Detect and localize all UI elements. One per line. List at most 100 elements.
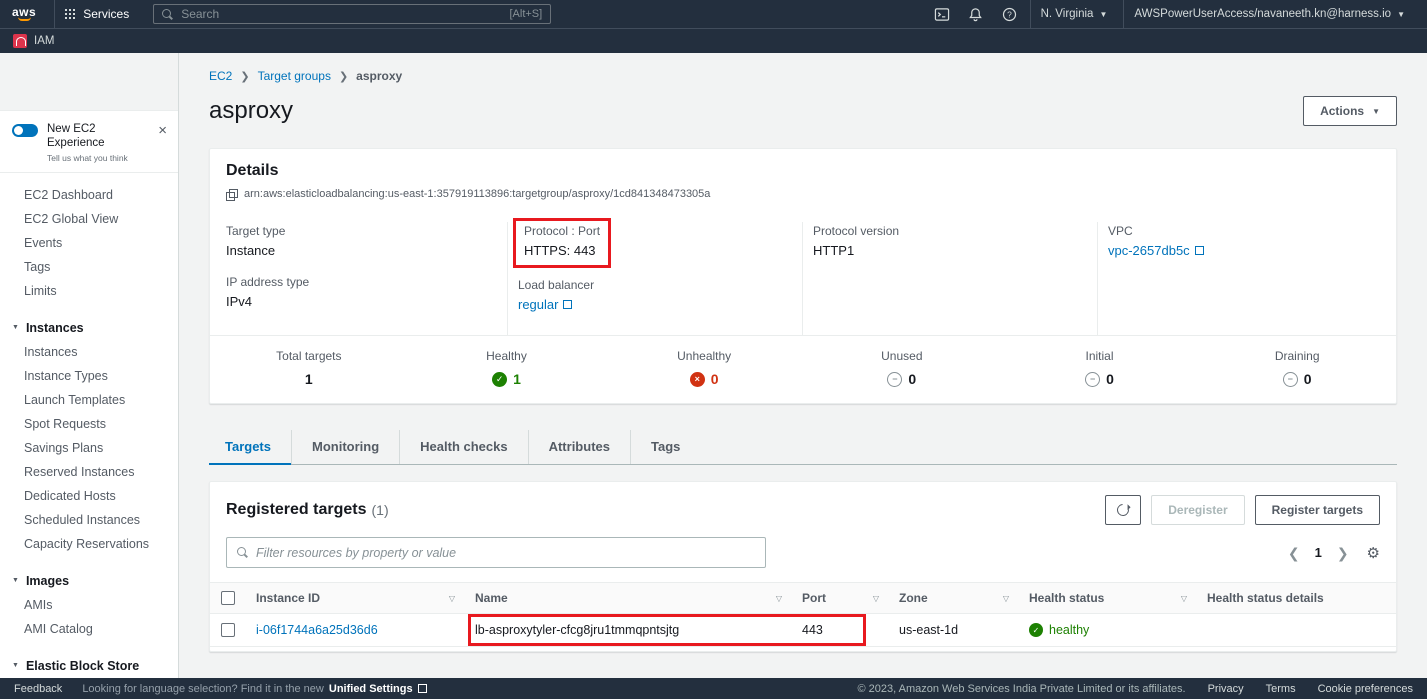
copy-icon[interactable]	[226, 189, 237, 200]
favorite-iam[interactable]: IAM	[13, 34, 54, 48]
sort-icon[interactable]: ▽	[1181, 594, 1187, 603]
filter-input-box[interactable]	[226, 537, 766, 568]
services-menu-button[interactable]: Services	[54, 0, 139, 28]
terms-link[interactable]: Terms	[1266, 683, 1296, 695]
aws-logo-text: aws	[12, 7, 36, 17]
tab-health-checks[interactable]: Health checks	[399, 430, 527, 464]
column-instance-id: Instance ID	[256, 591, 320, 605]
register-targets-button[interactable]: Register targets	[1255, 495, 1380, 525]
breadcrumb-separator: ❯	[240, 70, 249, 83]
health-status-value: ✓ healthy	[1029, 623, 1089, 637]
sidebar-item-ec2-dashboard[interactable]: EC2 Dashboard	[0, 183, 178, 207]
tab-attributes[interactable]: Attributes	[528, 430, 630, 464]
sort-icon[interactable]: ▽	[776, 594, 782, 603]
sort-icon[interactable]: ▽	[449, 594, 455, 603]
privacy-link[interactable]: Privacy	[1208, 683, 1244, 695]
stat-total-targets: Total targets 1	[210, 336, 408, 403]
stat-unhealthy: Unhealthy × 0	[605, 336, 803, 403]
aws-console-screen: aws Services [Alt+S] ? N. Virginia ▼	[0, 0, 1427, 699]
close-icon[interactable]: ×	[158, 125, 167, 137]
services-label: Services	[83, 7, 129, 21]
pagination-next-icon[interactable]: ❯	[1337, 546, 1349, 560]
actions-button[interactable]: Actions ▼	[1303, 96, 1397, 126]
target-health-summary: Total targets 1 Healthy ✓ 1 Unhealthy × …	[210, 335, 1396, 403]
notifications-bell-icon[interactable]	[962, 0, 990, 28]
sidebar-item-launch-templates[interactable]: Launch Templates	[0, 388, 178, 412]
new-experience-subtitle[interactable]: Tell us what you think	[47, 153, 146, 163]
filter-input[interactable]	[256, 546, 755, 560]
new-experience-toggle[interactable]	[12, 124, 38, 137]
sidebar-item-reserved-instances[interactable]: Reserved Instances	[0, 460, 178, 484]
global-search-bar[interactable]: [Alt+S]	[153, 4, 551, 24]
sidebar-item-ami-catalog[interactable]: AMI Catalog	[0, 617, 178, 641]
column-port: Port	[802, 591, 826, 605]
sidebar-item-amis[interactable]: AMIs	[0, 593, 178, 617]
field-target-type: Target type Instance	[226, 224, 495, 258]
sidebar-section-images[interactable]: ▼ Images	[0, 569, 178, 593]
registered-targets-title: Registered targets	[226, 501, 367, 519]
pagination-page-1[interactable]: 1	[1315, 545, 1322, 560]
sidebar-section-elastic-block-store[interactable]: ▼ Elastic Block Store	[0, 654, 178, 678]
stat-healthy: Healthy ✓ 1	[408, 336, 606, 403]
account-label: AWSPowerUserAccess/navaneeth.kn@harness.…	[1134, 8, 1391, 20]
tab-targets[interactable]: Targets	[209, 430, 291, 464]
global-search-input[interactable]	[181, 7, 501, 21]
column-name: Name	[475, 591, 508, 605]
sidebar-section-instances[interactable]: ▼ Instances	[0, 316, 178, 340]
load-balancer-link[interactable]: regular	[518, 297, 572, 312]
breadcrumb-target-groups[interactable]: Target groups	[258, 69, 331, 83]
sidebar-item-dedicated-hosts[interactable]: Dedicated Hosts	[0, 484, 178, 508]
external-link-icon	[1195, 246, 1204, 255]
stat-initial: Initial − 0	[1001, 336, 1199, 403]
stat-unused: Unused − 0	[803, 336, 1001, 403]
main-content: EC2 ❯ Target groups ❯ asproxy asproxy Ac…	[179, 53, 1427, 678]
table-settings-gear-icon[interactable]: ⚙	[1367, 544, 1380, 562]
vpc-link[interactable]: vpc-2657db5c	[1108, 243, 1204, 258]
healthy-check-icon: ✓	[1029, 623, 1043, 637]
target-group-arn: arn:aws:elasticloadbalancing:us-east-1:3…	[244, 188, 710, 200]
cookie-preferences-link[interactable]: Cookie preferences	[1318, 683, 1413, 695]
highlight-box-protocol-port: Protocol : Port HTTPS: 443	[513, 218, 611, 268]
instance-id-link[interactable]: i-06f1744a6a25d36d6	[256, 623, 378, 637]
sidebar-item-instance-types[interactable]: Instance Types	[0, 364, 178, 388]
help-icon[interactable]: ?	[996, 0, 1024, 28]
tab-monitoring[interactable]: Monitoring	[291, 430, 399, 464]
unified-settings-link[interactable]: Unified Settings	[329, 683, 427, 695]
external-link-icon	[563, 300, 572, 309]
sidebar-item-limits[interactable]: Limits	[0, 279, 178, 303]
tab-tags[interactable]: Tags	[630, 430, 700, 464]
sidebar-item-spot-requests[interactable]: Spot Requests	[0, 412, 178, 436]
sort-icon[interactable]: ▽	[1003, 594, 1009, 603]
feedback-link[interactable]: Feedback	[14, 683, 62, 695]
sidebar-item-savings-plans[interactable]: Savings Plans	[0, 436, 178, 460]
refresh-button[interactable]	[1105, 495, 1141, 525]
column-health-status: Health status	[1029, 591, 1104, 605]
target-zone: us-east-1d	[899, 623, 958, 637]
language-hint-text: Looking for language selection? Find it …	[82, 683, 324, 695]
search-icon	[162, 9, 173, 20]
healthy-check-icon: ✓	[492, 372, 507, 387]
breadcrumb-ec2[interactable]: EC2	[209, 69, 232, 83]
account-caret-icon: ▼	[1397, 10, 1405, 19]
sidebar-item-events[interactable]: Events	[0, 231, 178, 255]
sort-icon[interactable]: ▽	[873, 594, 879, 603]
deregister-button[interactable]: Deregister	[1151, 495, 1244, 525]
select-all-checkbox[interactable]	[221, 591, 235, 605]
sidebar-item-instances[interactable]: Instances	[0, 340, 178, 364]
sidebar-item-scheduled-instances[interactable]: Scheduled Instances	[0, 508, 178, 532]
details-panel: Details arn:aws:elasticloadbalancing:us-…	[209, 148, 1397, 404]
field-ip-address-type: IP address type IPv4	[226, 275, 495, 309]
sidebar-item-ec2-global-view[interactable]: EC2 Global View	[0, 207, 178, 231]
breadcrumb-separator: ❯	[339, 70, 348, 83]
region-selector[interactable]: N. Virginia ▼	[1030, 0, 1118, 28]
account-menu[interactable]: AWSPowerUserAccess/navaneeth.kn@harness.…	[1123, 0, 1415, 28]
aws-logo[interactable]: aws	[12, 7, 36, 21]
chevron-down-icon: ▼	[1372, 107, 1380, 116]
sidebar-item-tags[interactable]: Tags	[0, 255, 178, 279]
pagination-prev-icon[interactable]: ❮	[1288, 546, 1300, 560]
row-checkbox[interactable]	[221, 623, 235, 637]
sidebar-item-capacity-reservations[interactable]: Capacity Reservations	[0, 532, 178, 556]
services-grid-icon	[65, 9, 75, 19]
sidebar: New EC2 Experience Tell us what you thin…	[0, 53, 179, 678]
cloudshell-button[interactable]	[928, 0, 956, 28]
